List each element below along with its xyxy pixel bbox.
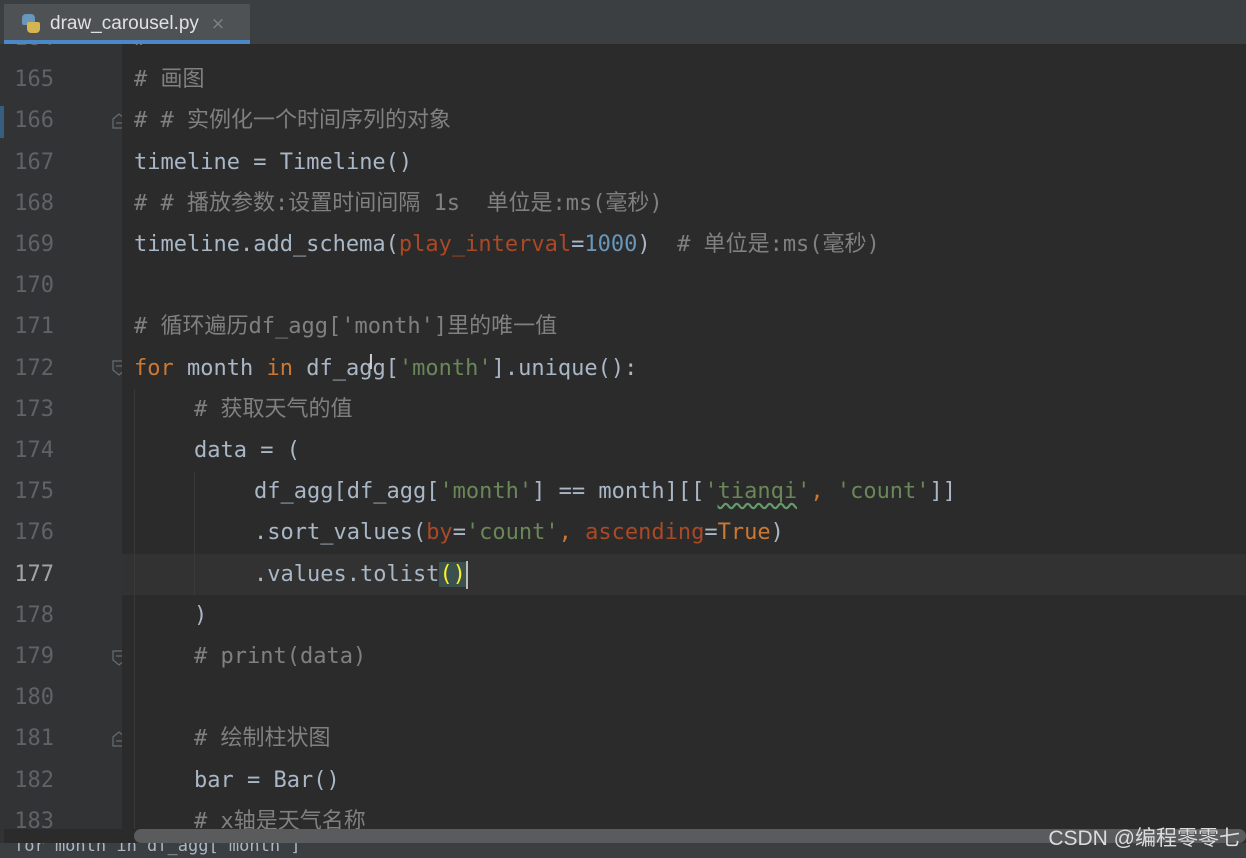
current-code-line: .values.tolist() [122,553,1246,595]
line-number: 175 [14,479,54,505]
code-editor[interactable]: # # 画图 # # 实例化一个时间序列的对象 timeline = Timel… [122,44,1246,829]
code-line: data = ( [122,430,1246,472]
python-file-icon [20,13,42,35]
watermark: CSDN @编程零零七 [1048,827,1240,850]
fold-end-icon[interactable] [112,650,122,666]
code-line: # # 实例化一个时间序列的对象 [122,100,1246,141]
line-number: 166 [14,108,54,134]
line-number: 165 [14,67,54,93]
comment: # 画图 [134,67,205,93]
code-line: ) [122,594,1246,636]
keyword-argument: play_interval [398,232,572,257]
code-line: timeline = Timeline() [134,149,413,175]
line-number-gutter[interactable]: 164 165 166 167 168 169 170 171 172 173 … [4,44,122,829]
identifier: Timeline() [279,149,413,175]
identifier: timeline [134,149,240,175]
line-number: 174 [14,438,54,463]
code-line: timeline.add_schema(play_interval=1000) … [134,232,880,257]
line-number: 170 [14,273,54,299]
code-line [122,677,1246,719]
code-line: for month in df_agg['month'].unique(): [134,355,638,381]
line-number: 179 [14,644,54,669]
comment: # 获取天气的值 [194,396,353,422]
string-literal: 'count' [836,479,930,505]
code-line: # 画图 [122,59,1246,100]
line-number: 169 [14,232,54,257]
keyword: for [134,355,174,381]
comment: # 绘制柱状图 [194,726,331,752]
string-literal: 'count' [465,520,559,546]
fold-start-icon[interactable] [112,113,122,129]
code-line: bar = Bar() [122,759,1246,801]
current-line-number: 177 [14,561,54,587]
breadcrumb-text[interactable]: for month in df_agg['month'] [14,843,301,856]
editor-window: draw_carousel.py × 164 165 166 167 168 1… [0,0,1246,858]
line-number: 168 [14,190,54,216]
line-number: 180 [14,685,54,711]
code-line: .sort_values(by='count', ascending=True) [122,512,1246,554]
close-tab-icon[interactable]: × [211,14,225,34]
code-line: # # 播放参数:设置时间间隔 1s 单位是:ms(毫秒) [122,183,1246,224]
tab-bar: draw_carousel.py × [0,0,1246,45]
typo-underline: tianqi [717,479,798,505]
line-number: 181 [14,726,54,752]
line-number: 183 [14,808,54,829]
line-number: 171 [14,314,54,340]
comment: # x轴是天气名称 [194,808,366,829]
string-literal: 'tianqi' [704,479,811,505]
mouse-ibeam-cursor: I [368,350,374,374]
line-number: 172 [14,355,54,381]
comment: # # 实例化一个时间序列的对象 [134,108,451,134]
fold-start-icon[interactable] [112,360,122,376]
comment: # # 播放参数:设置时间间隔 1s 单位是:ms(毫秒) [134,190,663,216]
line-number: 164 [4,44,54,59]
line-number: 167 [14,149,54,175]
line-number: 178 [14,602,54,628]
code-line: # print(data) [122,636,1246,678]
code-line: df_agg[df_agg['month'] == month][['tianq… [122,471,1246,513]
comment: # 循环遍历df_agg['month']里的唯一值 [134,314,558,340]
code-line: # 获取天气的值 [122,388,1246,430]
tab-filename: draw_carousel.py [50,13,199,34]
line-number: 182 [14,767,54,793]
file-tab[interactable]: draw_carousel.py × [4,4,250,44]
comment: # 单位是:ms(毫秒) [677,232,880,257]
keyword: True [717,520,771,546]
code-line: # 循环遍历df_agg['month']里的唯一值 [122,306,1246,347]
code-line: # [122,44,1246,59]
code-line: # 绘制柱状图 [122,718,1246,760]
comment: # print(data) [194,644,367,669]
string-literal: 'month' [398,355,492,381]
keyword-argument: ascending [585,520,705,546]
fold-start-icon[interactable] [112,731,122,747]
string-literal: 'month' [439,479,533,505]
number-literal: 1000 [584,232,638,257]
line-number: 173 [14,396,54,422]
keyword: in [266,355,293,381]
keyword-argument: by [426,520,453,546]
matched-brace-highlight: () [439,561,466,587]
text-caret [465,560,468,589]
line-number: 176 [14,520,54,546]
